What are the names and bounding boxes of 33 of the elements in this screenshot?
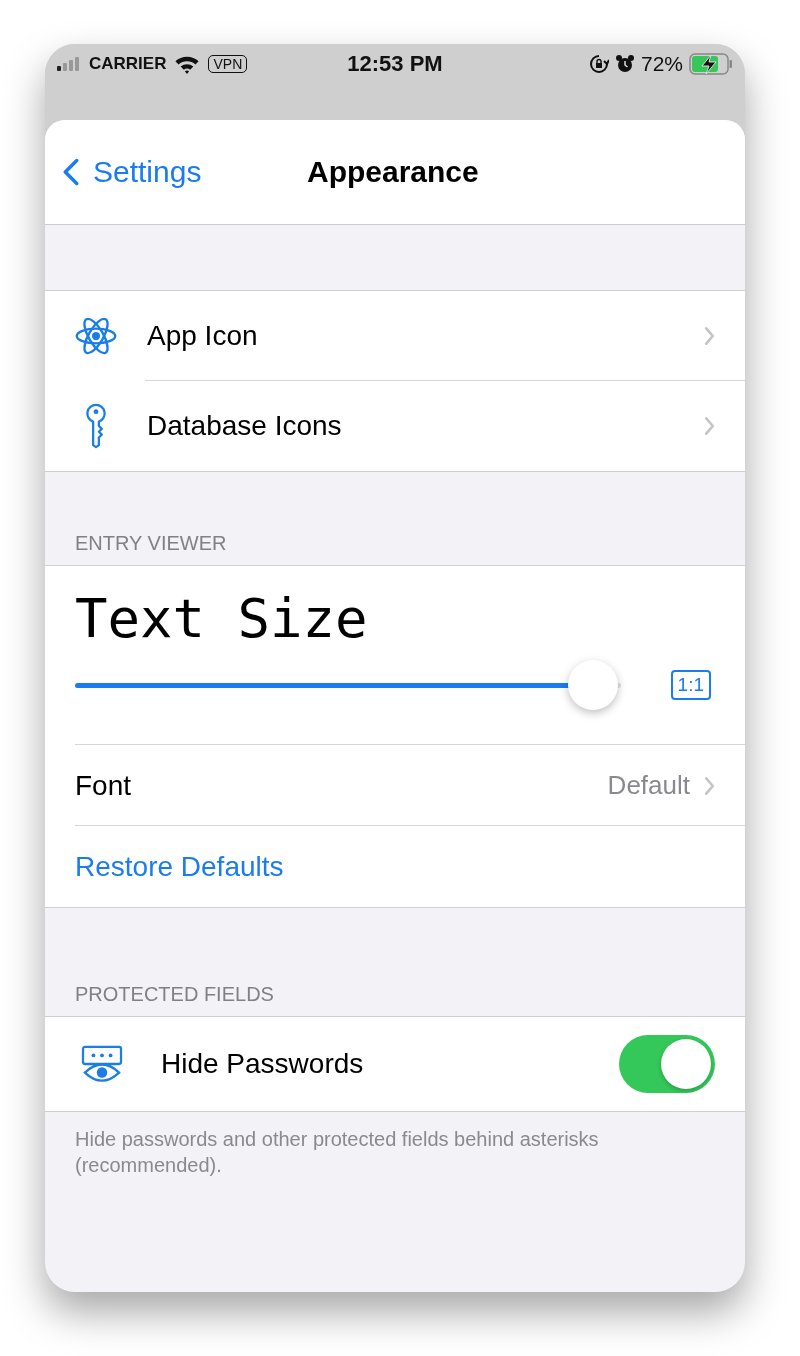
status-time: 12:53 PM bbox=[347, 51, 443, 77]
row-label: App Icon bbox=[147, 320, 259, 352]
back-button[interactable]: Settings bbox=[45, 155, 202, 189]
toggle-switch[interactable] bbox=[619, 1035, 715, 1093]
carrier-name: CARRIER bbox=[89, 54, 167, 74]
footnote: Hide passwords and other protected fields behind asterisks (recommended). bbox=[75, 1127, 600, 1178]
restore-defaults-button[interactable]: Restore Defaults bbox=[75, 850, 284, 883]
chevron-icon bbox=[704, 326, 715, 346]
row-label: Database Icons bbox=[147, 410, 343, 442]
alarm-icon bbox=[614, 54, 635, 74]
rotation-lock-icon bbox=[588, 54, 609, 74]
row-value: Default bbox=[607, 770, 690, 801]
chevron-icon bbox=[704, 416, 715, 436]
chevron-icon bbox=[704, 775, 715, 796]
vpn-badge: VPN bbox=[208, 55, 248, 73]
font-row[interactable]: Font Default bbox=[75, 745, 745, 826]
row-label: Font bbox=[75, 769, 133, 802]
settings-row[interactable]: App Icon bbox=[45, 291, 745, 381]
key-icon bbox=[84, 403, 108, 449]
text-size-preview: Text Size bbox=[75, 588, 369, 650]
slider-thumb[interactable] bbox=[568, 660, 619, 710]
settings-row[interactable]: Database Icons bbox=[45, 381, 745, 471]
signal-icon bbox=[57, 57, 81, 71]
reset-scale-button[interactable]: 1:1 bbox=[670, 670, 711, 700]
text-size-slider[interactable] bbox=[75, 659, 621, 711]
battery-percent: 72% bbox=[640, 52, 683, 76]
page-title: Appearance bbox=[307, 155, 479, 189]
wifi-icon bbox=[174, 54, 201, 74]
hidden-eye-icon bbox=[81, 1045, 123, 1083]
section-header: PROTECTED FIELDS bbox=[75, 983, 274, 1006]
back-chevron-icon bbox=[63, 158, 79, 186]
row-label: Hide Passwords bbox=[161, 1048, 365, 1080]
section-header: ENTRY VIEWER bbox=[75, 532, 227, 555]
